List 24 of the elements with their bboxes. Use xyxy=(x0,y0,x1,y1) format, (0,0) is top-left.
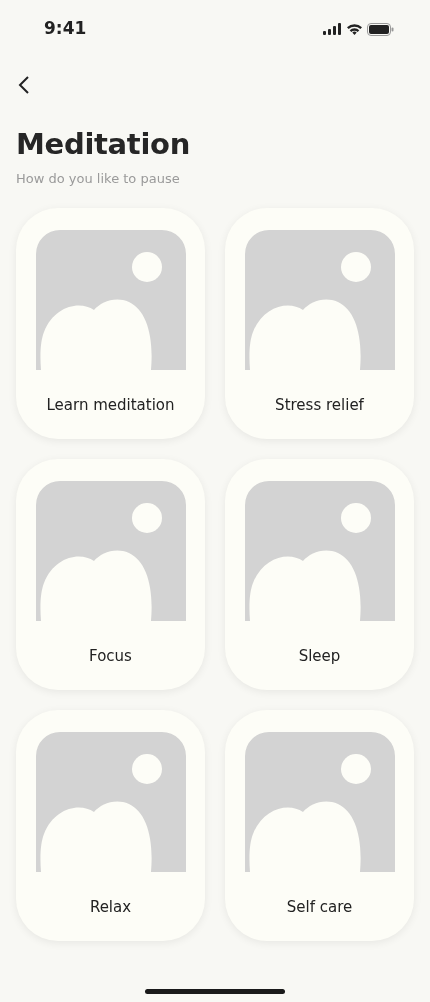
category-label: Self care xyxy=(286,897,353,919)
category-card[interactable]: Self care xyxy=(225,710,414,942)
image-placeholder-icon xyxy=(35,732,186,873)
category-card[interactable]: Relax xyxy=(16,710,205,942)
page-title: Meditation xyxy=(16,129,192,161)
category-card[interactable]: Sleep xyxy=(225,459,414,691)
page-subtitle: How do you like to pause xyxy=(16,169,181,188)
image-placeholder-icon xyxy=(244,732,395,873)
status-time: 9:41 xyxy=(44,17,87,41)
wifi-icon xyxy=(346,23,363,35)
category-label: Focus xyxy=(89,646,132,668)
category-label: Relax xyxy=(89,897,132,919)
category-label: Stress relief xyxy=(275,395,364,417)
image-placeholder-icon xyxy=(35,481,186,622)
battery-icon xyxy=(367,22,394,36)
category-card[interactable]: Stress relief xyxy=(225,208,414,440)
image-placeholder-icon xyxy=(244,230,395,371)
category-card[interactable]: Focus xyxy=(16,459,205,691)
signal-icon xyxy=(323,23,342,35)
category-label: Learn meditation xyxy=(46,395,175,417)
category-card[interactable]: Learn meditation xyxy=(16,208,205,440)
image-placeholder-icon xyxy=(244,481,395,622)
category-label: Sleep xyxy=(298,646,341,668)
image-placeholder-icon xyxy=(35,230,186,371)
